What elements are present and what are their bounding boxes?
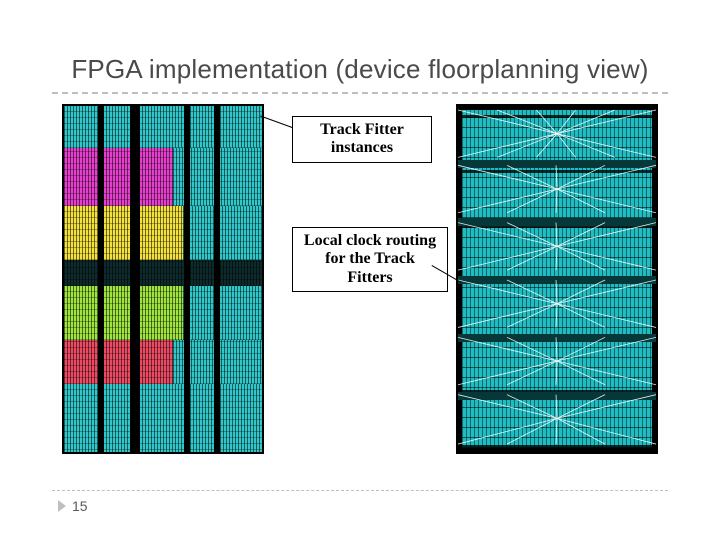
floorplan-right [456, 104, 658, 454]
page-number: 15 [58, 498, 88, 514]
label-local-clock-routing: Local clock routing for the Track Fitter… [292, 227, 448, 292]
slide-title: FPGA implementation (device floorplannin… [0, 54, 720, 85]
page-bullet-icon [58, 500, 66, 512]
title-divider [52, 92, 668, 94]
label-track-fitter-instances: Track Fitter instances [292, 116, 432, 163]
leader-to-left-floorplan [260, 115, 292, 128]
clock-routing-fans [458, 106, 656, 452]
page-number-text: 15 [72, 498, 88, 514]
floorplan-left [62, 104, 264, 454]
footer-divider [52, 490, 668, 491]
